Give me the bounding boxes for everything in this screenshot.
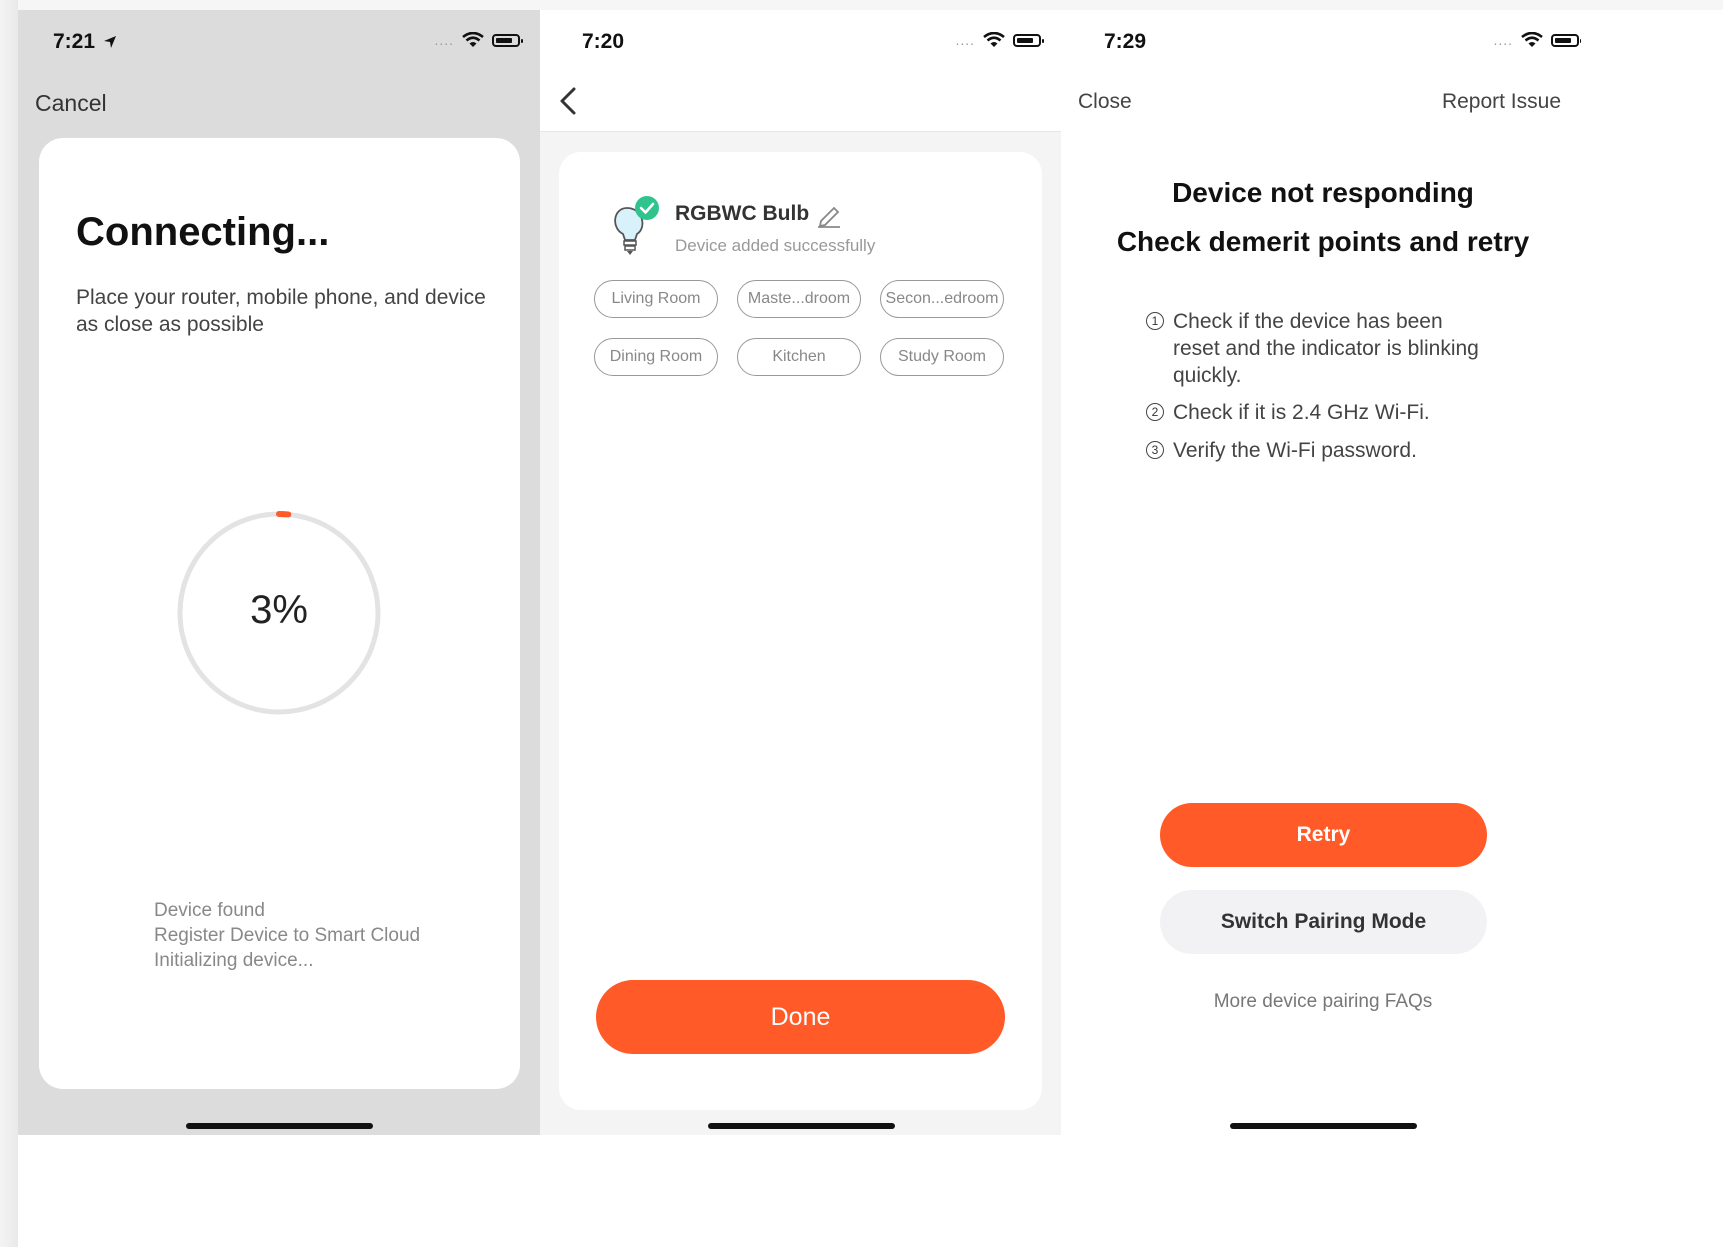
backdrop <box>0 0 1723 10</box>
connecting-card: Connecting... Place your router, mobile … <box>39 138 520 1089</box>
cellular-signal-icon: .... <box>434 32 454 48</box>
connecting-description: Place your router, mobile phone, and dev… <box>76 286 486 336</box>
page-title: Connecting... <box>76 210 330 254</box>
cellular-signal-icon: .... <box>1493 32 1513 48</box>
room-chip-second-bedroom[interactable]: Secon...edroom <box>880 280 1004 318</box>
connection-steps: Device found Register Device to Smart Cl… <box>154 898 420 973</box>
nav-header: 7:20 .... <box>540 10 1061 132</box>
status-time: 7:29 <box>1104 30 1147 53</box>
step-register-cloud: Register Device to Smart Cloud <box>154 925 421 946</box>
back-chevron-icon[interactable] <box>556 86 580 116</box>
tip-wifi-band: Check if it is 2.4 GHz Wi-Fi. <box>1173 401 1430 424</box>
pairing-faq-link[interactable]: More device pairing FAQs <box>1061 991 1581 1013</box>
status-indicators: .... <box>1493 32 1581 48</box>
tip-reset-device: Check if the device has been reset and t… <box>1173 310 1479 387</box>
home-indicator <box>1230 1123 1417 1129</box>
room-chip-master-bedroom[interactable]: Maste...droom <box>737 280 861 318</box>
status-indicators: .... <box>434 32 523 48</box>
screen-device-not-responding: 7:29 .... Close Report Issue Device not … <box>1061 10 1581 1135</box>
error-title: Device not responding <box>1172 177 1474 208</box>
status-time: 7:20 <box>582 30 625 53</box>
status-time: 7:21 <box>53 30 117 54</box>
home-indicator <box>708 1123 895 1129</box>
device-name: RGBWC Bulb <box>675 202 810 225</box>
error-subtitle: Check demerit points and retry <box>1116 226 1530 257</box>
step-initializing: Initializing device... <box>154 950 314 971</box>
wifi-icon <box>462 32 484 47</box>
screen-connecting: 7:21 .... Cancel Connecting... Place you… <box>18 10 540 1135</box>
tip-wifi-password: Verify the Wi-Fi password. <box>1173 439 1417 462</box>
light-bulb-icon <box>614 196 659 255</box>
retry-button[interactable]: Retry <box>1160 803 1487 867</box>
step-device-found: Device found <box>154 900 265 921</box>
room-chip-dining-room[interactable]: Dining Room <box>594 338 718 376</box>
tip-number-1: 1 <box>1146 312 1164 330</box>
close-button[interactable]: Close <box>1078 90 1132 114</box>
battery-icon <box>1013 33 1044 47</box>
wifi-icon <box>983 32 1005 47</box>
switch-pairing-mode-button[interactable]: Switch Pairing Mode <box>1160 890 1487 954</box>
room-chip-living-room[interactable]: Living Room <box>594 280 718 318</box>
home-indicator <box>186 1123 373 1129</box>
room-chip-kitchen[interactable]: Kitchen <box>737 338 861 376</box>
cellular-signal-icon: .... <box>955 32 975 48</box>
battery-icon <box>1551 33 1581 47</box>
progress-percent: 3% <box>250 588 308 632</box>
device-status: Device added successfully <box>675 236 876 255</box>
wifi-icon <box>1521 32 1543 47</box>
tip-number-3: 3 <box>1146 441 1164 459</box>
room-chip-study-room[interactable]: Study Room <box>880 338 1004 376</box>
backdrop-edge <box>0 0 18 1247</box>
location-arrow-icon <box>103 36 116 48</box>
edit-pencil-icon[interactable] <box>817 202 841 228</box>
device-card: RGBWC Bulb Device added successfully Liv… <box>559 152 1042 1110</box>
tip-number-2: 2 <box>1146 403 1164 421</box>
battery-icon <box>492 33 523 47</box>
report-issue-button[interactable]: Report Issue <box>1442 90 1561 114</box>
cancel-button[interactable]: Cancel <box>35 90 107 117</box>
status-indicators: .... <box>955 32 1044 48</box>
screen-device-added: 7:20 .... RGBWC Bulb Device added succes… <box>540 10 1061 1135</box>
done-button[interactable]: Done <box>596 980 1005 1054</box>
